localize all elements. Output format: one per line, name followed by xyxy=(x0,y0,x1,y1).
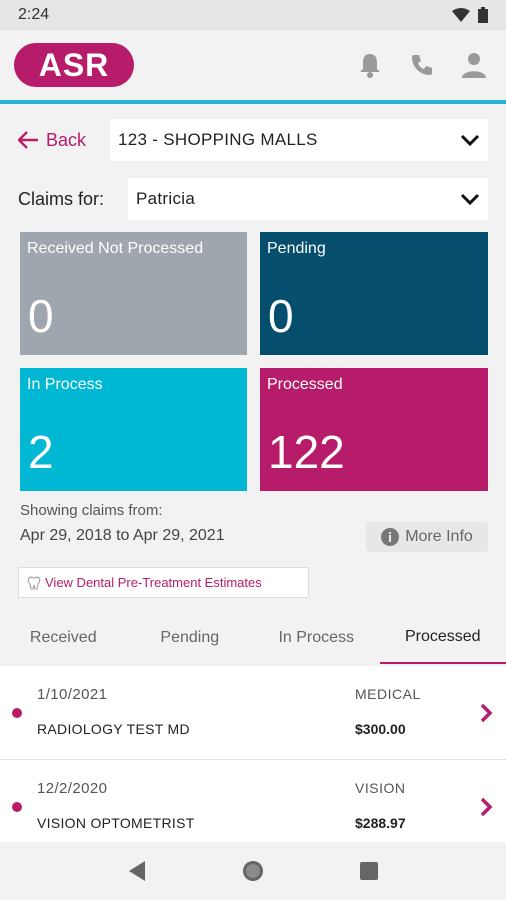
asr-logo[interactable]: ASR xyxy=(14,43,134,87)
tile-count: 2 xyxy=(28,426,54,478)
tile-in-process[interactable]: In Process 2 xyxy=(20,368,247,491)
tile-count: 122 xyxy=(268,426,345,478)
dental-estimates-label: View Dental Pre-Treatment Estimates xyxy=(45,575,262,590)
info-icon xyxy=(381,528,400,546)
tooth-icon xyxy=(27,576,41,589)
group-select[interactable]: 123 - SHOPPING MALLS xyxy=(110,119,488,161)
claim-provider: RADIOLOGY TEST MD xyxy=(37,721,190,737)
user-icon[interactable] xyxy=(462,52,486,78)
claims-list: 1/10/2021 RADIOLOGY TEST MD MEDICAL $300… xyxy=(0,666,506,842)
more-info-button[interactable]: More Info xyxy=(366,522,488,552)
tile-label: In Process xyxy=(27,376,103,393)
claim-amount: $288.97 xyxy=(355,815,406,831)
tile-count: 0 xyxy=(268,290,294,342)
tile-count: 0 xyxy=(28,290,54,342)
dental-estimates-link[interactable]: View Dental Pre-Treatment Estimates xyxy=(18,567,309,598)
date-range-value: Apr 29, 2018 to Apr 29, 2021 xyxy=(20,527,225,544)
date-range-label: Showing claims from: xyxy=(20,502,163,519)
nav-recents-icon[interactable] xyxy=(359,861,379,881)
claim-type: VISION xyxy=(355,780,406,796)
claims-for-label: Claims for: xyxy=(18,188,105,209)
unread-dot xyxy=(12,708,22,718)
header-accent-line xyxy=(0,100,506,104)
app-bar: ASR xyxy=(0,30,506,100)
tile-label: Received Not Processed xyxy=(27,240,204,257)
chevron-down-icon xyxy=(460,193,480,206)
claim-amount: $300.00 xyxy=(355,721,406,737)
status-time: 2:24 xyxy=(18,6,50,23)
nav-home-icon[interactable] xyxy=(241,859,265,883)
chevron-down-icon xyxy=(460,134,480,147)
tile-processed[interactable]: Processed 122 xyxy=(260,368,488,491)
bell-icon[interactable] xyxy=(358,52,382,78)
group-select-value: 123 - SHOPPING MALLS xyxy=(118,130,318,149)
tile-label: Processed xyxy=(267,376,343,393)
status-bar: 2:24 xyxy=(0,0,506,30)
claim-row[interactable]: 1/10/2021 RADIOLOGY TEST MD MEDICAL $300… xyxy=(0,666,506,760)
member-select-value: Patricia xyxy=(136,189,196,208)
unread-dot xyxy=(12,802,22,812)
claim-status-tabs: Received Pending In Process Processed xyxy=(0,612,506,664)
chevron-right-icon xyxy=(480,703,493,723)
claim-date: 1/10/2021 xyxy=(37,686,108,703)
tile-received-not-processed[interactable]: Received Not Processed 0 xyxy=(20,232,247,355)
back-arrow-icon xyxy=(18,131,38,149)
claim-date: 12/2/2020 xyxy=(37,780,108,797)
tab-processed[interactable]: Processed xyxy=(379,612,506,664)
system-nav-bar xyxy=(0,842,506,900)
group-row: Back 123 - SHOPPING MALLS xyxy=(18,118,488,162)
member-select[interactable]: Patricia xyxy=(128,178,488,220)
tab-in-process[interactable]: In Process xyxy=(253,612,380,664)
battery-icon xyxy=(478,7,488,23)
chevron-right-icon xyxy=(480,797,493,817)
phone-icon[interactable] xyxy=(410,53,434,77)
claim-type: MEDICAL xyxy=(355,686,421,702)
tile-pending[interactable]: Pending 0 xyxy=(260,232,488,355)
claim-provider: VISION OPTOMETRIST xyxy=(37,815,195,831)
claim-row[interactable]: 12/2/2020 VISION OPTOMETRIST VISION $288… xyxy=(0,760,506,842)
tile-label: Pending xyxy=(267,240,326,257)
back-label: Back xyxy=(46,129,87,150)
claims-for-row: Claims for: Patricia xyxy=(18,178,488,220)
tab-received[interactable]: Received xyxy=(0,612,127,664)
nav-back-icon[interactable] xyxy=(127,860,147,882)
more-info-label: More Info xyxy=(405,528,473,545)
back-button[interactable]: Back xyxy=(18,130,110,151)
tab-pending[interactable]: Pending xyxy=(127,612,254,664)
wifi-icon xyxy=(452,8,470,22)
